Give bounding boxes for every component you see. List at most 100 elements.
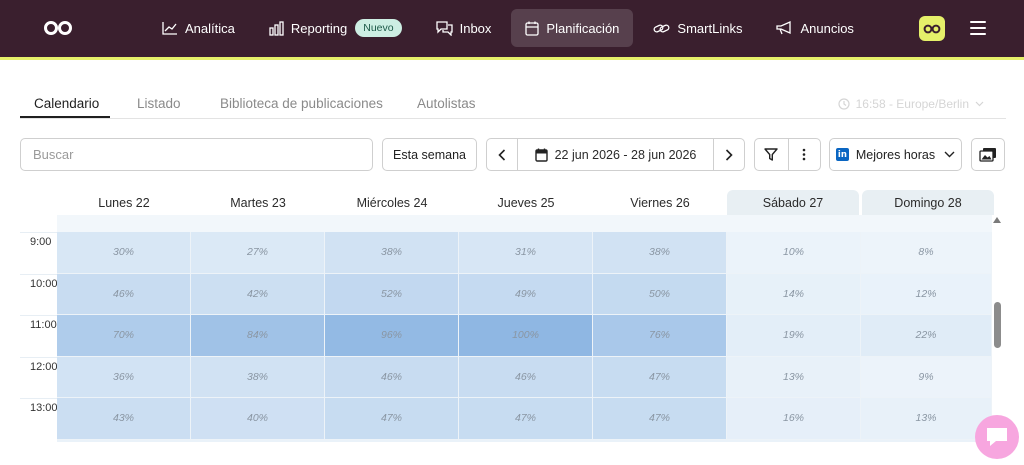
chart-line-icon — [162, 22, 177, 35]
day-header: Lunes 22 — [98, 195, 150, 210]
date-range-label: 22 jun 2026 - 28 jun 2026 — [554, 147, 697, 162]
time-slot-cell[interactable]: 10% — [727, 232, 861, 274]
nav-item-inbox[interactable]: Inbox — [422, 9, 506, 47]
day-header: Jueves 25 — [497, 195, 555, 210]
nav-item-reporting[interactable]: Reporting Nuevo — [255, 9, 416, 47]
time-slot-cell[interactable]: 49% — [459, 273, 593, 315]
nav-item-anuncios[interactable]: Anuncios — [762, 9, 867, 47]
main-nav: Analítica Reporting Nuevo Inbox Planific… — [148, 9, 874, 47]
day-header: Miércoles 24 — [356, 195, 428, 210]
avatar[interactable] — [919, 16, 945, 41]
hour-label: 9:00 — [30, 236, 52, 248]
time-slot-cell[interactable]: 13% — [727, 356, 861, 398]
hamburger-menu-icon[interactable] — [970, 21, 986, 35]
filter-options-group — [754, 138, 821, 171]
time-slot-cell[interactable]: 38% — [593, 232, 727, 274]
time-slot-cell[interactable]: 22% — [861, 315, 992, 357]
time-slot-cell[interactable]: 47% — [593, 398, 727, 440]
scroll-up-arrow-icon[interactable] — [993, 217, 1001, 223]
megaphone-icon — [776, 21, 792, 35]
time-slot-cell[interactable]: 76% — [593, 315, 727, 357]
best-hours-dropdown[interactable]: in Mejores horas — [829, 138, 962, 171]
time-slot-cell[interactable]: 84% — [191, 315, 325, 357]
time-slot-cell[interactable]: 30% — [57, 232, 191, 274]
logo-icon[interactable] — [42, 18, 74, 38]
filter-icon — [764, 148, 778, 161]
calendar-icon — [534, 148, 548, 162]
next-week-button[interactable] — [714, 139, 744, 170]
nav-item-label: Reporting — [290, 20, 348, 36]
nav-item-planificacion[interactable]: Planificación — [511, 9, 634, 47]
tab-autolistas[interactable]: Autolistas — [417, 96, 476, 111]
time-slot-cell[interactable]: 46% — [325, 356, 459, 398]
hour-gridline — [20, 273, 57, 275]
time-slot-cell[interactable]: 96% — [325, 315, 459, 357]
planning-tabs: Calendario Listado Biblioteca de publica… — [20, 92, 1006, 119]
hour-label: 12:00 — [30, 360, 58, 373]
time-slot-cell[interactable]: 13% — [861, 398, 992, 440]
tab-calendario[interactable]: Calendario — [34, 96, 99, 111]
hour-label: 11:00 — [30, 319, 57, 331]
time-slot-cell[interactable]: 47% — [459, 398, 593, 440]
active-tab-underline — [20, 116, 110, 118]
time-slot-cell[interactable]: 43% — [57, 398, 191, 440]
time-slot-cell[interactable]: 19% — [727, 315, 861, 357]
best-hours-label: Mejores horas — [855, 147, 936, 162]
search-input[interactable] — [20, 138, 373, 171]
linkedin-icon: in — [835, 148, 849, 161]
time-slot-cell[interactable]: 50% — [593, 273, 727, 315]
previous-week-button[interactable] — [487, 139, 517, 170]
date-range-button[interactable]: 22 jun 2026 - 28 jun 2026 — [517, 139, 714, 170]
tab-listado[interactable]: Listado — [137, 96, 181, 111]
time-slot-cell[interactable]: 46% — [57, 273, 191, 315]
time-slot-cell[interactable]: 16% — [727, 398, 861, 440]
time-slot-cell[interactable]: 42% — [191, 273, 325, 315]
time-slot-cell[interactable]: 38% — [325, 232, 459, 274]
support-chat-button[interactable] — [975, 415, 1019, 459]
nav-item-label: Inbox — [459, 20, 492, 36]
timezone-label: 16:58 - Europe/Berlin — [855, 97, 969, 111]
hour-gridline — [20, 398, 57, 399]
time-slot-cell[interactable]: 8% — [861, 232, 992, 274]
link-icon — [653, 24, 670, 32]
hour-gridline — [20, 232, 57, 233]
calendar-icon — [525, 21, 540, 36]
time-slot-cell[interactable]: 38% — [191, 356, 325, 398]
timezone-selector[interactable]: 16:58 - Europe/Berlin — [837, 97, 990, 111]
time-slot-cell[interactable]: 47% — [593, 356, 727, 398]
chevron-down-icon — [944, 151, 955, 158]
vertical-dots-icon — [802, 148, 806, 161]
media-gallery-button[interactable] — [971, 138, 1005, 171]
time-slot-cell[interactable]: 70% — [57, 315, 191, 357]
time-slot-cell[interactable]: 31% — [459, 232, 593, 274]
logo-icon — [923, 24, 941, 33]
tab-biblioteca[interactable]: Biblioteca de publicaciones — [220, 96, 383, 111]
day-header: Viernes 26 — [630, 195, 690, 210]
time-slot-cell[interactable]: 36% — [57, 356, 191, 398]
nav-item-label: SmartLinks — [677, 20, 743, 36]
time-slot-cell[interactable]: 27% — [191, 232, 325, 274]
day-header: Sábado 27 — [727, 190, 859, 215]
nav-item-smartlinks[interactable]: SmartLinks — [639, 9, 756, 47]
nav-item-label: Anuncios — [800, 20, 854, 36]
more-options-button[interactable] — [787, 139, 821, 170]
nav-item-analitica[interactable]: Analítica — [148, 9, 249, 47]
filter-button[interactable] — [755, 139, 788, 170]
time-slot-cell[interactable]: 46% — [459, 356, 593, 398]
chat-icon — [987, 428, 1007, 446]
scrollbar-thumb[interactable] — [994, 302, 1001, 348]
day-header: Domingo 28 — [862, 190, 994, 215]
time-slot-cell[interactable]: 52% — [325, 273, 459, 315]
nav-item-label: Planificación — [546, 20, 620, 36]
chevron-down-icon — [975, 101, 984, 107]
time-slot-cell[interactable]: 40% — [191, 398, 325, 440]
time-slot-cell[interactable]: 12% — [861, 273, 992, 315]
this-week-button[interactable]: Esta semana — [382, 138, 477, 171]
time-slot-cell[interactable]: 100% — [459, 315, 593, 357]
nav-item-label: Analítica — [185, 20, 235, 36]
time-slot-cell[interactable]: 9% — [861, 356, 992, 398]
time-slot-cell[interactable]: 14% — [727, 273, 861, 315]
time-slot-cell[interactable]: 47% — [325, 398, 459, 440]
chevron-left-icon — [498, 148, 506, 161]
clock-icon — [837, 98, 850, 110]
